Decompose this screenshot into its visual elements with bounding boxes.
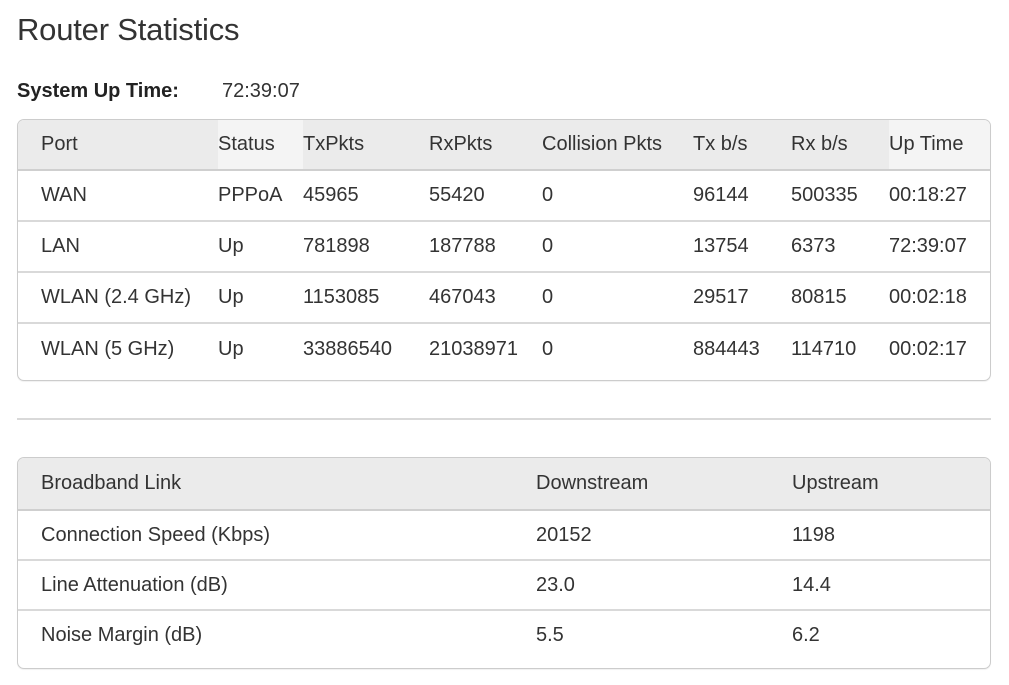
col-header-broadband-link: Broadband Link (41, 472, 182, 494)
cell-up-time: 00:18:27 (889, 184, 967, 206)
cell-status: Up (218, 286, 244, 308)
table-row: Connection Speed (Kbps) 20152 1198 (18, 510, 990, 560)
cell-port: WLAN (2.4 GHz) (41, 286, 192, 308)
cell-collision-pkts: 0 (542, 235, 554, 257)
col-header-collision-pkts: Collision Pkts (542, 133, 663, 155)
col-header-tx-bps: Tx b/s (693, 133, 748, 155)
col-header-downstream: Downstream (536, 472, 649, 494)
cell-metric: Noise Margin (dB) (41, 624, 203, 646)
system-uptime-label: System Up Time: (17, 80, 179, 102)
table-row: WLAN (5 GHz) Up 33886540 21038971 0 8844… (18, 323, 990, 374)
cell-txpkts: 45965 (303, 184, 359, 206)
cell-status: PPPoA (218, 184, 283, 206)
port-stats-panel: Port Status TxPkts RxPkts Collision Pkts… (17, 119, 991, 381)
cell-rx-bps: 114710 (791, 337, 857, 360)
port-stats-table: Port Status TxPkts RxPkts Collision Pkts… (18, 120, 990, 374)
section-divider (17, 418, 991, 420)
col-header-port: Port (18, 120, 218, 170)
cell-tx-bps: 29517 (693, 286, 749, 308)
cell-rx-bps: 500335 (791, 184, 858, 206)
cell-port: LAN (41, 235, 80, 257)
table-row: WLAN (2.4 GHz) Up 1153085 467043 0 29517… (18, 272, 990, 323)
table-row: Line Attenuation (dB) 23.0 14.4 (18, 560, 990, 610)
col-header-rx-bps: Rx b/s (791, 133, 848, 155)
cell-status: Up (218, 235, 244, 257)
cell-up-time: 00:02:17 (889, 337, 967, 360)
col-header-status: Status (218, 120, 303, 170)
cell-rx-bps: 6373 (791, 235, 836, 257)
cell-collision-pkts: 0 (542, 184, 554, 206)
cell-rxpkts: 467043 (429, 286, 496, 308)
cell-tx-bps: 96144 (693, 184, 749, 206)
cell-up-time: 00:02:18 (889, 286, 967, 308)
table-row: LAN Up 781898 187788 0 13754 6373 72:39:… (18, 221, 990, 272)
cell-port: WLAN (5 GHz) (41, 337, 175, 360)
system-uptime-value: 72:39:07 (222, 80, 300, 102)
cell-downstream: 5.5 (536, 624, 564, 646)
col-header-upstream: Upstream (792, 472, 879, 494)
cell-collision-pkts: 0 (542, 286, 554, 308)
table-row: Noise Margin (dB) 5.5 6.2 (18, 610, 990, 660)
cell-metric: Connection Speed (Kbps) (41, 523, 271, 546)
cell-txpkts: 33886540 (303, 337, 392, 360)
table-row: WAN PPPoA 45965 55420 0 96144 500335 00:… (18, 170, 990, 221)
cell-up-time: 72:39:07 (889, 235, 967, 257)
col-header-up-time: Up Time (889, 120, 990, 170)
cell-rxpkts: 55420 (429, 184, 485, 206)
cell-rxpkts: 21038971 (429, 337, 518, 360)
cell-upstream: 6.2 (792, 624, 820, 646)
cell-tx-bps: 884443 (693, 337, 760, 360)
broadband-link-panel: Broadband Link Downstream Upstream Conne… (17, 457, 991, 669)
cell-port: WAN (41, 184, 87, 206)
cell-metric: Line Attenuation (dB) (41, 573, 228, 596)
cell-rx-bps: 80815 (791, 286, 847, 308)
port-stats-header-row: Port Status TxPkts RxPkts Collision Pkts… (18, 120, 990, 170)
cell-downstream: 23.0 (536, 573, 575, 596)
cell-status: Up (218, 337, 244, 360)
page-title: Router Statistics (17, 12, 240, 47)
broadband-header-row: Broadband Link Downstream Upstream (18, 458, 990, 510)
broadband-link-table: Broadband Link Downstream Upstream Conne… (18, 458, 990, 660)
cell-txpkts: 1153085 (303, 286, 380, 308)
cell-rxpkts: 187788 (429, 235, 496, 257)
cell-upstream: 1198 (792, 523, 836, 546)
col-header-rxpkts: RxPkts (429, 133, 493, 155)
col-header-txpkts: TxPkts (303, 133, 365, 155)
cell-txpkts: 781898 (303, 235, 370, 257)
cell-tx-bps: 13754 (693, 235, 749, 257)
cell-downstream: 20152 (536, 523, 592, 546)
cell-collision-pkts: 0 (542, 337, 554, 360)
cell-upstream: 14.4 (792, 573, 831, 596)
